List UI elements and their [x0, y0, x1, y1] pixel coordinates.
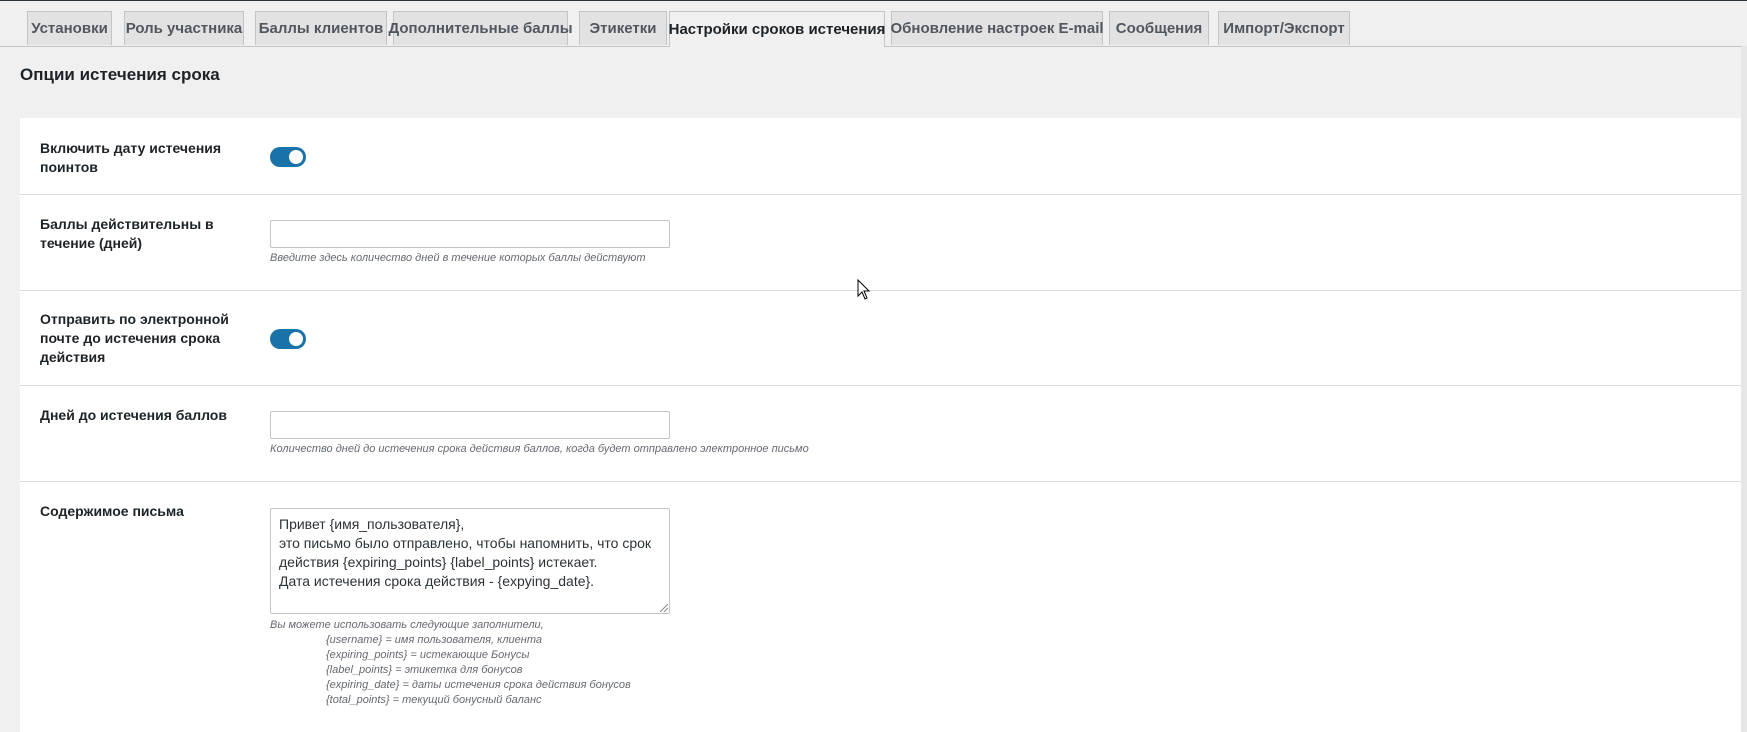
- window-top-border: [0, 0, 1747, 1]
- settings-panel: Включить дату истечения поинтов Баллы де…: [20, 118, 1742, 732]
- days-before-hint: Количество дней до истечения срока дейст…: [270, 443, 809, 455]
- scrollbar[interactable]: [1741, 46, 1747, 732]
- valid-days-label: Баллы действительны в течение (дней): [40, 216, 214, 251]
- resize-handle[interactable]: [660, 604, 668, 612]
- section-title: Опции истечения срока: [20, 65, 220, 84]
- tab-import-export[interactable]: Импорт/Экспорт: [1218, 11, 1350, 45]
- placeholder-item: {username} = имя пользователя, клиента: [326, 634, 542, 646]
- row-valid-days: Баллы действительны в течение (дней) Вве…: [20, 195, 1742, 291]
- days-before-label: Дней до истечения баллов: [40, 407, 227, 423]
- tab-settings[interactable]: Установки: [27, 11, 112, 45]
- valid-days-hint: Введите здесь количество дней в течение …: [270, 252, 646, 264]
- send-email-toggle[interactable]: [270, 329, 306, 349]
- placeholders-help: Вы можете использовать следующие заполни…: [270, 618, 631, 708]
- placeholder-item: {expiring_points} = истекающие Бонусы: [326, 649, 530, 661]
- tab-messages[interactable]: Сообщения: [1109, 11, 1209, 45]
- days-before-input[interactable]: [270, 411, 670, 439]
- email-line: Привет {имя_пользователя},: [279, 516, 465, 532]
- tab-email-settings[interactable]: Обновление настроек E-mail: [890, 11, 1104, 45]
- placeholder-item: {expiring_date} = даты истечения срока д…: [326, 679, 631, 691]
- email-line: это письмо было отправлено, чтобы напомн…: [279, 535, 652, 551]
- valid-days-input[interactable]: [270, 220, 670, 248]
- send-email-label-text: Отправить по электронной почте до истече…: [40, 311, 229, 365]
- enable-expiry-label: Включить дату истечения поинтов: [40, 140, 222, 175]
- toggle-knob: [289, 150, 303, 164]
- email-content-textarea[interactable]: Привет {имя_пользователя}, это письмо бы…: [270, 508, 670, 614]
- placeholder-item: {total_points} = текущий бонусный баланс: [326, 694, 542, 706]
- mouse-pointer-icon: [857, 279, 871, 300]
- enable-expiry-toggle[interactable]: [270, 147, 306, 167]
- placeholder-item: {label_points} = этикетка для бонусов: [326, 664, 523, 676]
- tab-labels[interactable]: Этикетки: [579, 11, 667, 45]
- tab-member-role[interactable]: Роль участника: [124, 11, 244, 45]
- email-content-label: Содержимое письма: [40, 503, 184, 519]
- row-days-before: Дней до истечения баллов Количество дней…: [20, 386, 1742, 482]
- tab-customer-points[interactable]: Баллы клиентов: [255, 11, 387, 45]
- row-enable-expiry: Включить дату истечения поинтов: [20, 118, 1742, 195]
- email-line: Дата истечения срока действия - {expying…: [279, 573, 595, 589]
- toggle-knob: [289, 332, 303, 346]
- row-email-content: Содержимое письма Привет {имя_пользовате…: [20, 482, 1742, 732]
- email-line: действия {expiring_points} {label_points…: [279, 554, 598, 570]
- placeholders-intro: Вы можете использовать следующие заполни…: [270, 619, 544, 631]
- tab-expiry-settings[interactable]: Настройки сроков истечения: [669, 11, 885, 47]
- settings-tab-bar: Установки Роль участника Баллы клиентов …: [0, 11, 1747, 47]
- tab-extra-points[interactable]: Дополнительные баллы: [389, 11, 573, 45]
